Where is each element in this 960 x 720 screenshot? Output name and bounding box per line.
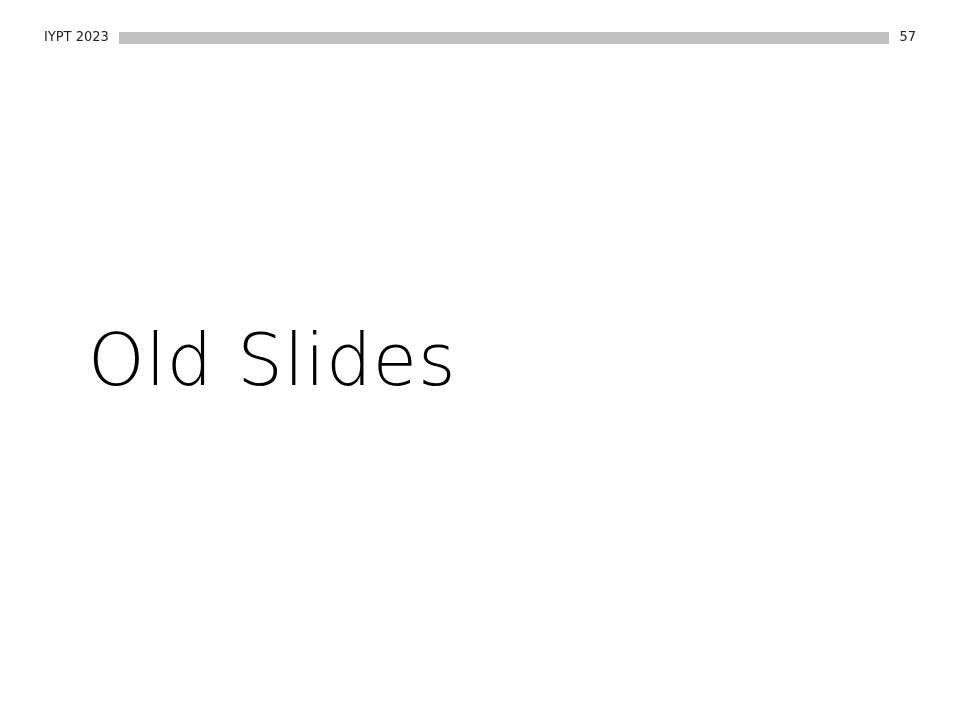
event-label: IYPT 2023 bbox=[44, 30, 109, 45]
slide: IYPT 2023 57 Old Slides bbox=[0, 0, 960, 720]
page-number: 57 bbox=[899, 30, 916, 45]
header-divider-bar bbox=[118, 32, 890, 44]
slide-title: Old Slides bbox=[88, 318, 457, 402]
slide-header: IYPT 2023 57 bbox=[44, 28, 916, 48]
